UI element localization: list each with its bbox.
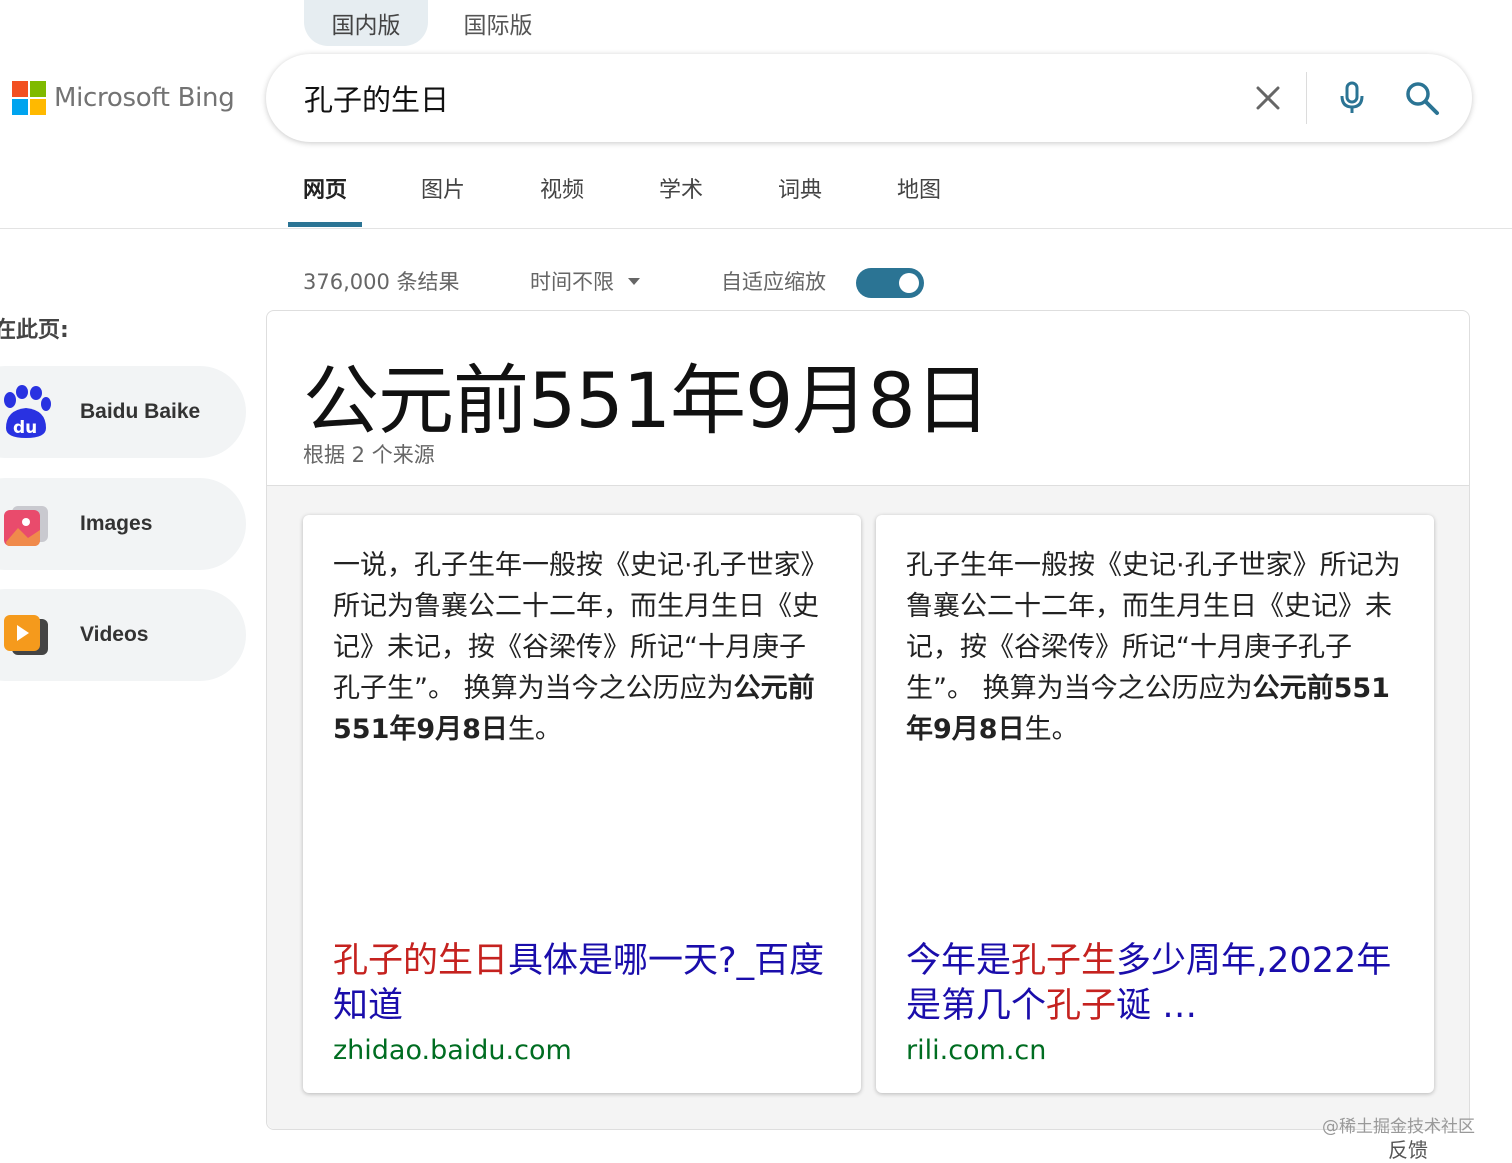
source-snippet: 一说，孔子生年一般按《史记·孔子世家》所记为鲁襄公二十二年，而生月生日《史记》未… [333,550,828,745]
tab-images[interactable]: 图片 [408,168,478,208]
search-input[interactable] [304,74,1204,122]
header-divider [0,228,1512,229]
baidu-icon: du [0,384,54,440]
adaptive-zoom-label: 自适应缩放 [721,270,826,294]
images-icon [0,496,54,552]
source-url[interactable]: rili.com.cn [906,1035,1046,1066]
answer-title: 公元前551年9月8日 [303,356,991,445]
answer-source-count: 根据 2 个来源 [303,443,435,467]
source-card: 孔子生年一般按《史记·孔子世家》所记为鲁襄公二十二年，而生月生日《史记》未记，按… [876,515,1434,1093]
region-tab-international[interactable]: 国际版 [440,0,556,46]
sidebar-item-label: Videos [80,623,149,646]
sidebar-item-label: Images [80,512,153,535]
tab-academic[interactable]: 学术 [646,168,716,208]
sidebar-item-images[interactable]: Images [0,478,246,570]
source-title-link[interactable]: 孔子的生日具体是哪一天?_百度知道 [333,939,831,1029]
source-url[interactable]: zhidao.baidu.com [333,1035,572,1066]
sidebar-item-baidu-baike[interactable]: du Baidu Baike [0,366,246,458]
active-tab-underline [288,222,362,227]
svg-text:du: du [13,418,37,438]
sidebar-item-videos[interactable]: Videos [0,589,246,681]
result-count: 376,000 条结果 [303,270,460,294]
answer-card: 公元前551年9月8日 根据 2 个来源 一说，孔子生年一般按《史记·孔子世家》… [266,310,1470,1130]
tab-dictionary[interactable]: 词典 [765,168,835,208]
tab-videos[interactable]: 视频 [527,168,597,208]
microphone-icon[interactable] [1332,78,1372,118]
clear-icon[interactable] [1248,78,1288,118]
logo-text: Microsoft Bing [54,83,235,113]
source-card: 一说，孔子生年一般按《史记·孔子世家》所记为鲁襄公二十二年，而生月生日《史记》未… [303,515,861,1093]
tab-maps[interactable]: 地图 [884,168,954,208]
feedback-link[interactable]: 反馈 [1388,1134,1428,1163]
search-divider [1306,72,1307,124]
source-title-link[interactable]: 今年是孔子生多少周年,2022年是第几个孔子诞 … [906,939,1404,1029]
on-this-page-heading: 在此页: [0,318,69,343]
search-icon[interactable] [1402,78,1442,118]
time-filter-dropdown[interactable]: 时间不限 [530,266,640,296]
caret-down-icon [628,277,640,285]
bing-results-page: 国内版 国际版 Microsoft Bing 网页 图片 [0,0,1512,1163]
answer-header: 公元前551年9月8日 根据 2 个来源 [267,311,1469,486]
source-snippet: 孔子生年一般按《史记·孔子世家》所记为鲁襄公二十二年，而生月生日《史记》未记，按… [906,550,1401,745]
search-box [266,54,1472,142]
videos-icon [0,607,54,663]
bing-logo[interactable]: Microsoft Bing [12,80,235,116]
time-filter-label: 时间不限 [530,270,614,294]
microsoft-logo-icon [12,81,46,115]
sidebar-item-label: Baidu Baike [80,400,201,423]
toggle-knob [899,273,919,293]
tab-web[interactable]: 网页 [290,168,360,208]
region-tab-domestic[interactable]: 国内版 [304,0,428,46]
adaptive-zoom-toggle[interactable] [856,268,924,298]
